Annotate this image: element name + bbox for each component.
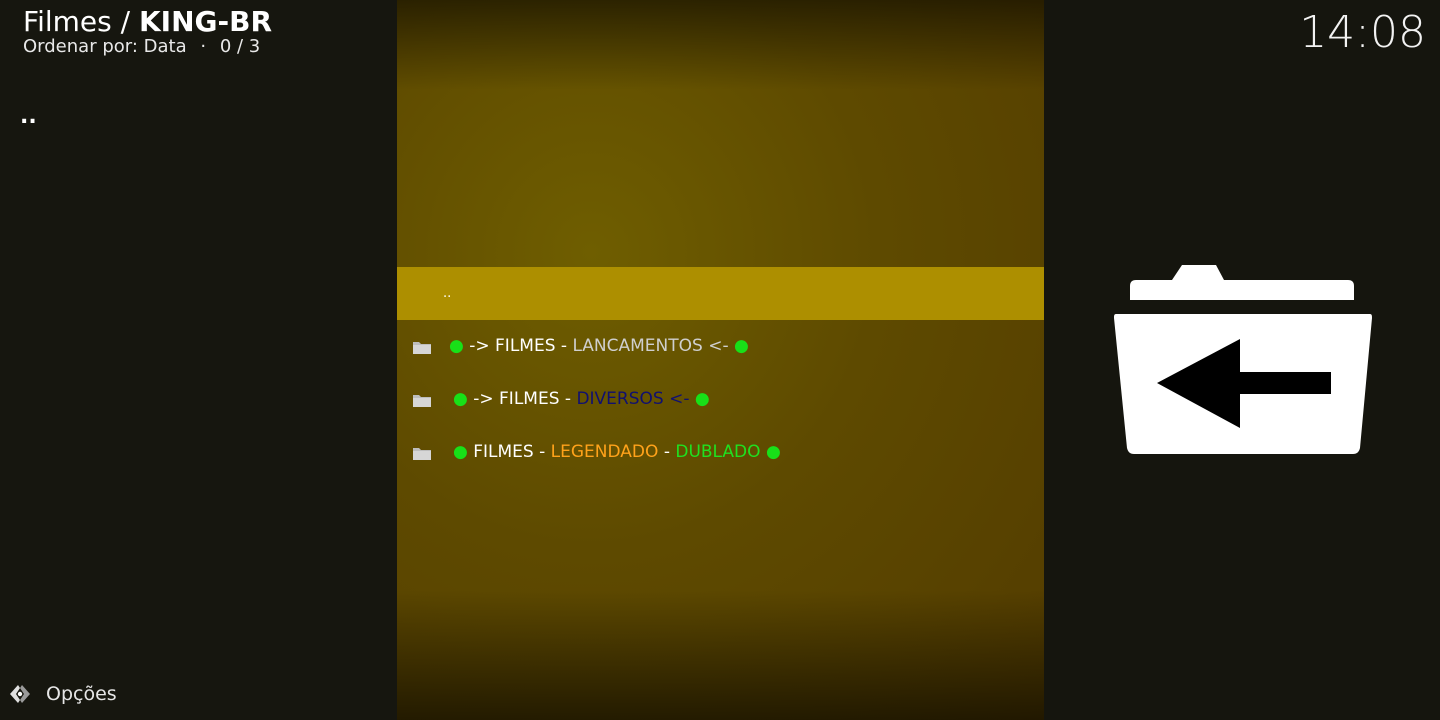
label-text: -> FILMES -	[469, 336, 573, 356]
breadcrumb: Filmes / KING-BR	[23, 4, 272, 40]
bullet: ●	[449, 336, 464, 356]
clock: 14:08	[1299, 7, 1426, 58]
header: Filmes / KING-BR Ordenar por: Data · 0 /…	[23, 4, 272, 58]
label-text: -> FILMES -	[473, 389, 577, 409]
sort-separator-dot: ·	[200, 36, 207, 57]
list-item-label: ● -> FILMES - LANCAMENTOS <- ●	[449, 336, 749, 356]
sort-info: Ordenar por: Data · 0 / 3	[23, 36, 272, 58]
bullet: ●	[694, 389, 710, 409]
bullet: ●	[453, 442, 468, 462]
folder-icon	[413, 395, 431, 407]
breadcrumb-path: Filmes	[23, 5, 112, 38]
left-panel	[0, 0, 397, 720]
label-dublado: DUBLADO	[675, 442, 761, 462]
folder-icon	[413, 342, 431, 354]
label-separator: -	[663, 442, 676, 462]
list-item-parent[interactable]: ..	[397, 267, 1044, 320]
options-button[interactable]: Opções	[8, 682, 117, 706]
label-legendado: LEGENDADO	[550, 442, 659, 462]
bullet: ●	[734, 336, 749, 356]
folder-back-icon	[1114, 265, 1372, 454]
file-list: .. ● -> FILMES - LANCAMENTOS <- ● ● -> F…	[397, 267, 1044, 479]
label-text: FILMES -	[473, 442, 551, 462]
list-item-label: ● FILMES - LEGENDADO - DUBLADO ●	[453, 442, 781, 462]
sort-label: Ordenar por: Data	[23, 36, 187, 57]
list-item-label: ● -> FILMES - DIVERSOS <- ●	[453, 389, 710, 409]
options-label: Opções	[46, 683, 117, 705]
item-count: 0 / 3	[219, 36, 261, 57]
folder-icon	[413, 448, 431, 460]
breadcrumb-separator: /	[120, 5, 131, 38]
label-highlight: LANCAMENTOS <-	[572, 336, 729, 356]
label-highlight: DIVERSOS <-	[576, 389, 690, 409]
breadcrumb-current: KING-BR	[138, 5, 273, 38]
parent-label: ..	[443, 286, 452, 301]
left-parent-item[interactable]: ..	[20, 104, 37, 129]
options-icon	[10, 685, 30, 703]
list-item[interactable]: ● FILMES - LEGENDADO - DUBLADO ●	[397, 426, 1044, 479]
list-item[interactable]: ● -> FILMES - DIVERSOS <- ●	[397, 373, 1044, 426]
bullet: ●	[765, 442, 781, 462]
bullet: ●	[453, 389, 468, 409]
list-item[interactable]: ● -> FILMES - LANCAMENTOS <- ●	[397, 320, 1044, 373]
